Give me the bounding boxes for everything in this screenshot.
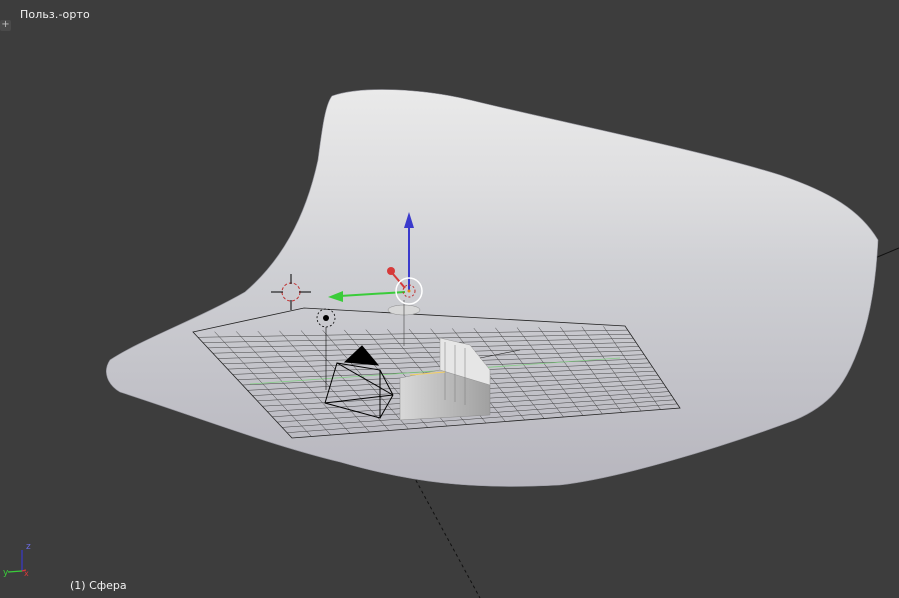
view-name-label: Польз.-орто (20, 8, 90, 21)
viewport-scene[interactable]: z y x (0, 0, 899, 598)
relationship-line (412, 474, 481, 598)
x-axis-label: x (24, 569, 29, 578)
z-axis-label: z (26, 542, 31, 552)
lamp-direction-line (874, 247, 899, 259)
axis-orientation-widget: z y x (3, 542, 31, 578)
y-axis-label: y (3, 568, 9, 578)
backdrop-mesh[interactable] (106, 89, 879, 487)
active-object-label: (1) Сфера (70, 579, 127, 592)
toolshelf-toggle-button[interactable]: + (0, 20, 11, 31)
3d-viewport[interactable]: z y x + Польз.-орто (1) Сфера (0, 0, 899, 598)
